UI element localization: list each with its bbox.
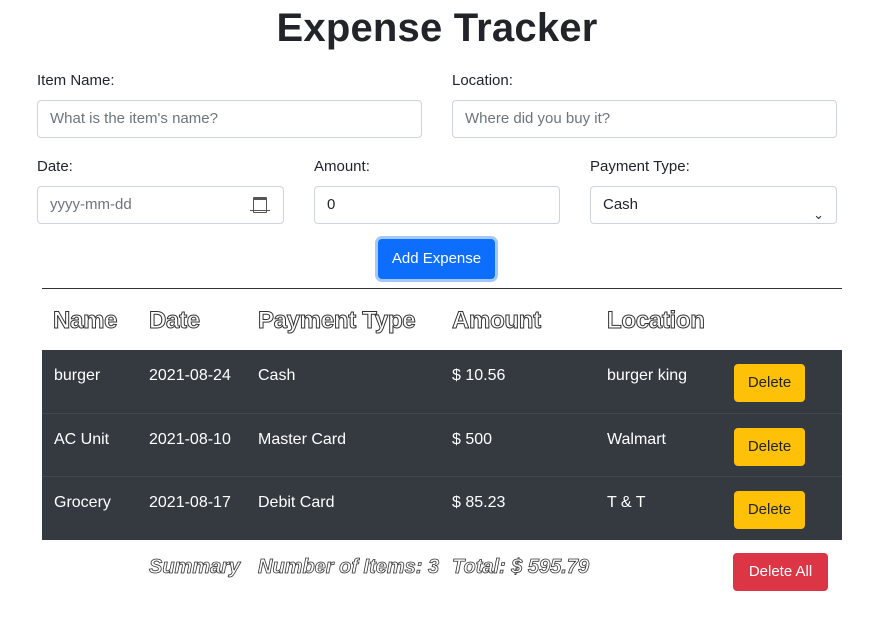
cell-name: Grocery (54, 494, 111, 511)
date-label: Date: (37, 158, 73, 175)
summary-item-count: Number of Items: 3 (258, 556, 440, 579)
cell-payment: Cash (258, 367, 296, 384)
amount-label: Amount: (314, 158, 370, 175)
cell-name: burger (54, 367, 101, 384)
location-label: Location: (452, 72, 513, 89)
cell-location: burger king (607, 367, 688, 384)
item-name-label: Item Name: (37, 72, 115, 89)
location-input[interactable]: Where did you buy it? (452, 100, 837, 138)
cell-date: 2021-08-24 (149, 367, 231, 384)
chevron-down-icon: ⌄ (813, 207, 824, 222)
payment-type-select[interactable]: Cash ⌄ (590, 186, 837, 224)
cell-payment: Debit Card (258, 494, 335, 511)
cell-amount: $ 85.23 (452, 494, 506, 511)
cell-name: AC Unit (54, 431, 110, 448)
header-location: Location (607, 307, 706, 335)
header-name: Name (52, 307, 118, 335)
cell-amount: $ 10.56 (452, 367, 506, 384)
table-row: AC Unit 2021-08-10 Master Card $ 500 Wal… (42, 413, 842, 476)
cell-date: 2021-08-10 (149, 431, 231, 448)
amount-input[interactable]: 0 (314, 186, 560, 224)
delete-button[interactable]: Delete (734, 364, 805, 402)
cell-location: Walmart (607, 431, 666, 448)
page-title: Expense Tracker (276, 6, 598, 50)
date-placeholder: yyyy-mm-dd (50, 196, 132, 213)
table-row: burger 2021-08-24 Cash $ 10.56 burger ki… (42, 350, 842, 413)
table-row: Grocery 2021-08-17 Debit Card $ 85.23 T … (42, 476, 842, 539)
payment-type-selected: Cash (603, 196, 639, 213)
item-name-input[interactable]: What is the item's name? (37, 100, 422, 138)
calendar-icon[interactable] (250, 197, 270, 213)
date-input[interactable]: yyyy-mm-dd (37, 186, 284, 224)
header-payment-type: Payment Type (257, 307, 416, 335)
expense-table-body: burger 2021-08-24 Cash $ 10.56 burger ki… (42, 350, 842, 540)
cell-payment: Master Card (258, 431, 347, 448)
summary-label: Summary (149, 556, 241, 579)
payment-type-label: Payment Type: (590, 158, 690, 175)
add-expense-button[interactable]: Add Expense (378, 239, 495, 279)
summary-total: Total: $ 595.79 (452, 556, 590, 579)
delete-all-button[interactable]: Delete All (733, 553, 828, 591)
delete-button[interactable]: Delete (734, 491, 805, 529)
header-date: Date (149, 307, 201, 335)
cell-amount: $ 500 (452, 431, 493, 448)
header-amount: Amount (452, 307, 542, 335)
cell-location: T & T (607, 494, 646, 511)
delete-button[interactable]: Delete (734, 428, 805, 466)
cell-date: 2021-08-17 (149, 494, 231, 511)
divider (42, 288, 842, 289)
